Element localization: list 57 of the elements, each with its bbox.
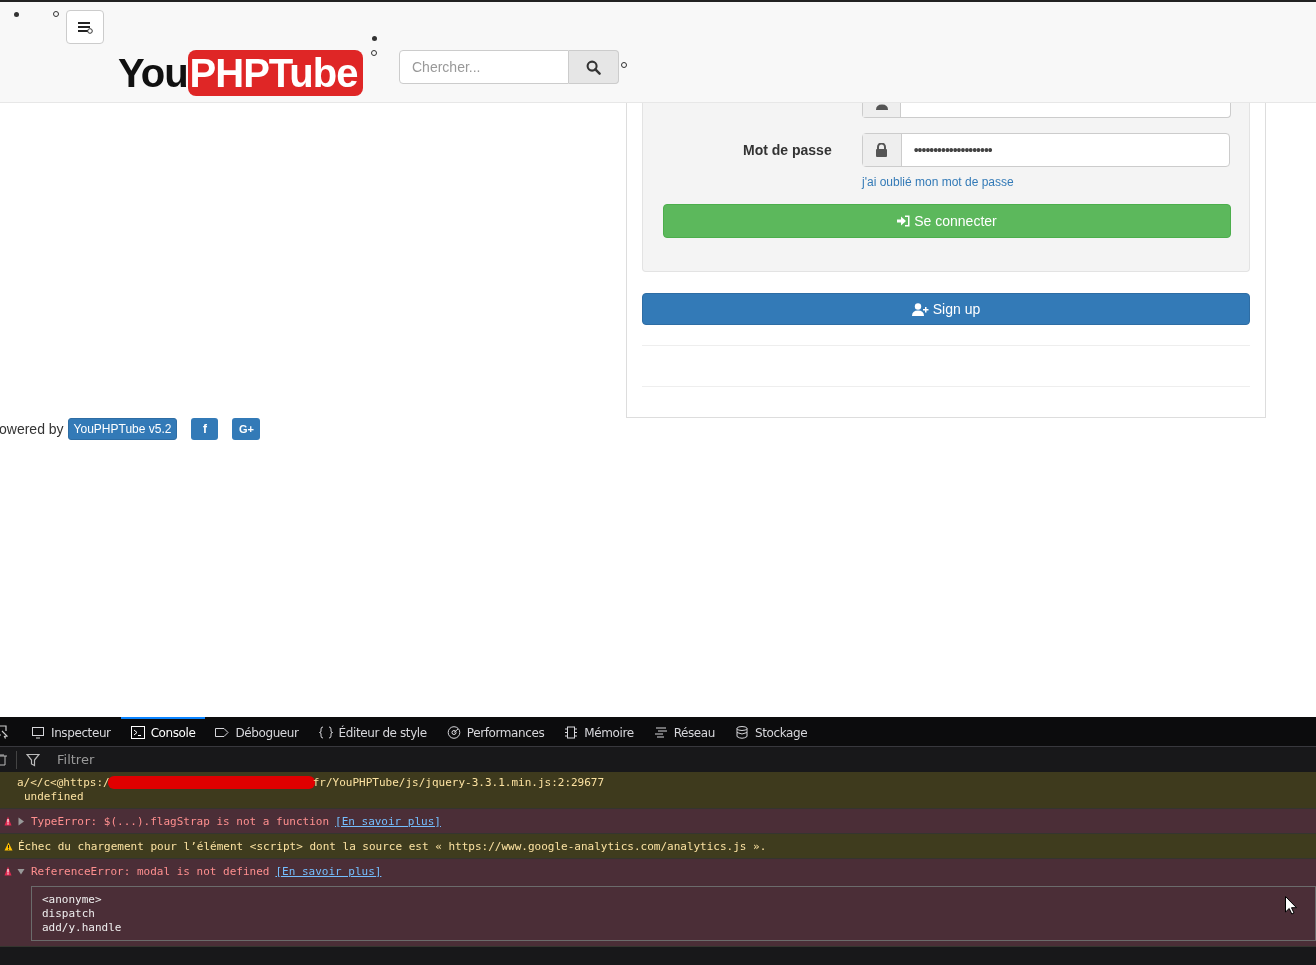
bullet-icon	[372, 36, 377, 41]
console-icon	[130, 726, 145, 739]
devtools-tab[interactable]: Débogueur	[205, 716, 309, 747]
username-field[interactable]	[862, 103, 1231, 118]
error-text: ReferenceError: modal is not defined	[31, 864, 270, 878]
filter-icon	[26, 752, 40, 767]
devtools-tab[interactable]: Mémoire	[554, 716, 644, 747]
learn-more-link[interactable]: [En savoir plus]	[335, 814, 441, 828]
caret-right-icon[interactable]	[17, 816, 25, 826]
facebook-button[interactable]: f	[191, 418, 219, 440]
error-icon	[4, 816, 12, 827]
password-field[interactable]: ••••••••••••••••••••	[861, 133, 1230, 167]
mouse-cursor-icon	[1285, 896, 1297, 915]
log-text: a/</c<@https:/	[17, 775, 110, 789]
devtools-tab[interactable]: Réseau	[643, 716, 726, 747]
powered-by-text: owered by	[0, 421, 64, 437]
chip-icon	[564, 726, 579, 739]
version-link[interactable]: YouPHPTube v5.2	[67, 418, 178, 440]
lines-icon	[653, 726, 668, 739]
search-button[interactable]	[569, 50, 619, 84]
devtools-tab[interactable]: Performances	[436, 716, 555, 747]
log-text: fr/YouPHPTube/js/jquery-3.3.1.min.js:2:29677	[312, 775, 605, 789]
console-input-bar[interactable]	[0, 947, 1316, 965]
inspector-icon	[31, 726, 45, 739]
sign-up-button[interactable]: Sign up	[642, 293, 1250, 325]
stack-frame[interactable]: dispatch	[42, 907, 1305, 921]
warning-text: Échec du chargement pour l’élément <script> dont la source est « https://www.google-analytics.com/analytics.js ».	[18, 839, 767, 853]
filter-field[interactable]: Filtrer	[49, 752, 257, 768]
search-field[interactable]: Chercher...	[399, 50, 569, 84]
caret-down-icon[interactable]	[17, 866, 25, 876]
learn-more-link[interactable]: [En savoir plus]	[275, 864, 382, 878]
google-plus-button[interactable]: G+	[232, 418, 261, 440]
field-label: Mot de passe	[742, 142, 833, 158]
menu-icon	[77, 20, 93, 34]
element-picker-icon[interactable]	[0, 724, 8, 739]
menu-button[interactable]	[66, 10, 104, 44]
warning-icon	[4, 841, 13, 851]
add-user-icon	[911, 302, 929, 316]
stack-frame[interactable]: <anonyme>	[42, 893, 1305, 907]
forgot-password-link[interactable]: j'ai oublié mon mot de passe	[862, 175, 1014, 189]
lock-icon	[875, 143, 889, 157]
database-icon	[735, 726, 750, 739]
devtools-tab[interactable]: Éditeur de style	[308, 716, 437, 747]
braces-icon	[318, 726, 333, 739]
user-icon	[874, 104, 889, 110]
bullet-icon	[14, 12, 19, 17]
error-icon	[4, 866, 12, 877]
gauge-icon	[446, 726, 461, 739]
devtools-tab[interactable]: Stockage	[725, 716, 818, 747]
error-text: TypeError: $(...).flagStrap is not a function	[31, 814, 329, 828]
sign-in-icon	[897, 215, 911, 227]
log-result: undefined	[24, 790, 85, 804]
stack-frame[interactable]: add/y.handle	[42, 921, 1305, 935]
tag-icon	[215, 726, 230, 739]
devtools-tab[interactable]: Inspecteur	[21, 716, 121, 747]
trash-icon[interactable]	[0, 753, 7, 766]
search-icon	[586, 59, 601, 75]
